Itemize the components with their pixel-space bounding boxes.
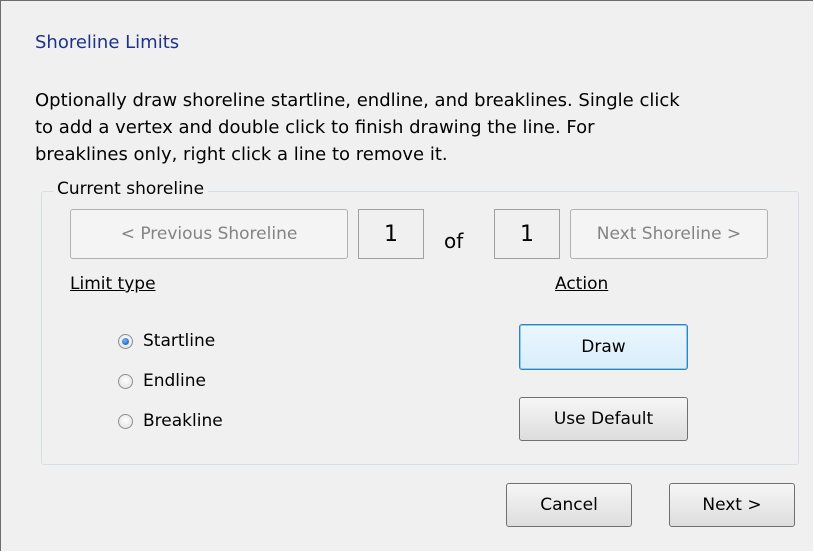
action-label: Action (555, 274, 609, 294)
limit-type-label: Limit type (70, 274, 156, 294)
next-shoreline-button[interactable]: Next Shoreline > (570, 209, 768, 259)
radio-button-icon[interactable] (118, 413, 133, 429)
current-shoreline-index: 1 (358, 209, 424, 259)
dialog-title: Shoreline Limits (35, 32, 180, 53)
radio-button-icon[interactable] (118, 373, 133, 389)
draw-button[interactable]: Draw (519, 324, 688, 370)
radio-button-icon[interactable] (118, 333, 133, 349)
use-default-button[interactable]: Use Default (519, 397, 688, 441)
radio-startline[interactable]: Startline (118, 331, 215, 351)
radio-endline[interactable]: Endline (118, 371, 206, 391)
instructions-text: Optionally draw shoreline startline, end… (35, 90, 680, 165)
total-shorelines: 1 (494, 209, 560, 259)
of-label: of (444, 229, 464, 253)
radio-breakline[interactable]: Breakline (118, 411, 223, 431)
cancel-button[interactable]: Cancel (506, 483, 632, 527)
next-button[interactable]: Next > (669, 483, 795, 527)
shoreline-limits-dialog: Shoreline Limits Optionally draw shoreli… (0, 0, 813, 551)
radio-endline-label: Endline (143, 371, 206, 391)
previous-shoreline-button[interactable]: < Previous Shoreline (70, 209, 348, 259)
radio-startline-label: Startline (143, 331, 216, 351)
current-shoreline-group-label: Current shoreline (53, 179, 209, 199)
radio-breakline-label: Breakline (143, 411, 223, 431)
